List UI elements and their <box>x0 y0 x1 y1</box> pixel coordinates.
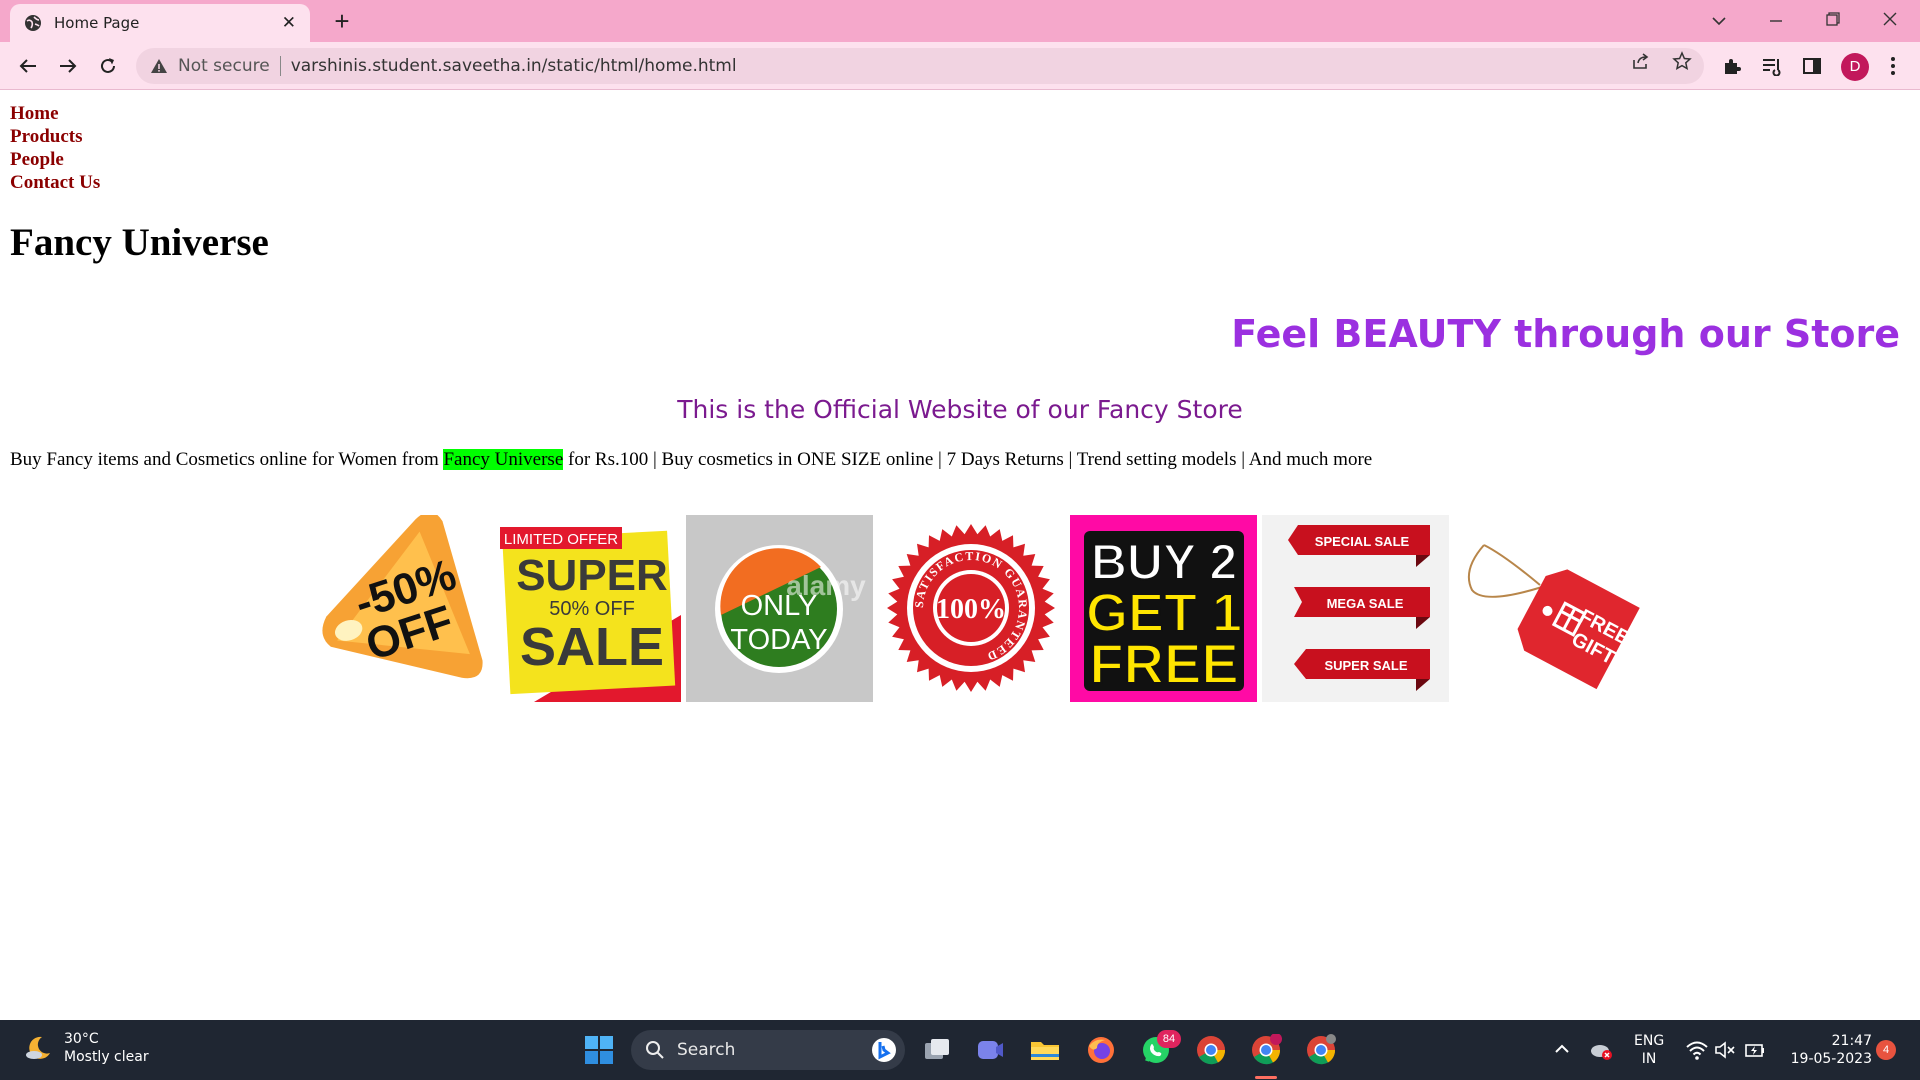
file-explorer-icon[interactable] <box>1029 1034 1061 1066</box>
chrome-profile-2-icon[interactable] <box>1305 1034 1337 1066</box>
close-tab-icon[interactable]: ✕ <box>282 13 296 33</box>
nav-link-people[interactable]: People <box>10 148 100 171</box>
nav-link-contact-us[interactable]: Contact Us <box>10 171 100 194</box>
limited-offer-text: LIMITED OFFER <box>504 531 618 548</box>
restore-icon[interactable] <box>1811 4 1855 36</box>
web-page: Home Products People Contact Us Fancy Un… <box>0 90 1920 1020</box>
wifi-icon[interactable] <box>1686 1040 1708 1060</box>
show-hidden-icons-chevron-icon[interactable] <box>1553 1040 1571 1058</box>
share-icon[interactable] <box>1631 51 1651 71</box>
reload-icon <box>101 58 115 73</box>
promo-image-only-today: ONLY TODAY alamy <box>686 515 873 702</box>
browser-tab-strip: Home Page ✕ + <box>0 0 1920 42</box>
store-tagline: Feel BEAUTY through our Store <box>1231 312 1900 356</box>
forward-arrow-icon <box>60 59 77 73</box>
highlighted-store-name: Fancy Universe <box>443 449 564 470</box>
search-label: Search <box>677 1040 736 1060</box>
promo-image-sale-ribbons: SPECIAL SALE MEGA SALE SUPER SALE <box>1262 515 1449 702</box>
extensions-puzzle-icon[interactable] <box>1720 54 1744 78</box>
globe-icon <box>25 15 41 31</box>
promo-image-gallery: -50% OFF LIMITED OFFER SUPER 50% OFF SAL… <box>302 515 1641 702</box>
tab-title: Home Page <box>54 14 140 32</box>
special-sale-text: SPECIAL SALE <box>1315 534 1410 549</box>
firefox-icon[interactable] <box>1085 1034 1117 1066</box>
promo-image-50-off: -50% OFF <box>302 515 489 702</box>
new-tab-button[interactable]: + <box>326 6 358 38</box>
active-app-indicator <box>1255 1076 1277 1079</box>
volume-muted-icon[interactable] <box>1714 1040 1736 1060</box>
nav-link-home[interactable]: Home <box>10 102 100 125</box>
time: 21:47 <box>1831 1033 1872 1049</box>
temperature: 30°C <box>64 1031 99 1047</box>
clock[interactable]: 21:47 19-05-2023 <box>1782 1032 1872 1068</box>
date: 19-05-2023 <box>1790 1051 1872 1067</box>
task-view-icon[interactable] <box>921 1034 953 1066</box>
reading-list-icon[interactable] <box>1760 54 1784 78</box>
free-text: FREE <box>1089 632 1238 695</box>
promo-image-satisfaction-guaranteed: 100% SATISFACTION GUARANTEED <box>878 515 1065 702</box>
intro-text-end: for Rs.100 | Buy cosmetics in ONE SIZE o… <box>563 449 1373 470</box>
reload-button[interactable] <box>92 50 124 82</box>
kebab-menu-icon[interactable] <box>1881 54 1905 78</box>
super-sale-text: SUPER SALE <box>1324 658 1407 673</box>
weather-condition: Mostly clear <box>64 1049 149 1065</box>
promo-image-free-gift-tag: FREE GIFT <box>1454 515 1641 702</box>
region-code: IN <box>1641 1051 1657 1067</box>
forward-button[interactable] <box>52 50 84 82</box>
chrome-icon[interactable] <box>1195 1034 1227 1066</box>
moon-weather-icon <box>26 1036 50 1059</box>
weather-widget[interactable]: 30°C Mostly clear <box>24 1030 149 1066</box>
language-code: ENG <box>1634 1033 1665 1049</box>
sale-text: SALE <box>520 617 664 677</box>
today-text: TODAY <box>730 624 827 656</box>
intro-paragraph: Buy Fancy items and Cosmetics online for… <box>10 449 1372 471</box>
super-text: SUPER <box>516 551 668 600</box>
buy-2-text: BUY 2 <box>1091 534 1237 590</box>
mega-sale-text: MEGA SALE <box>1327 596 1404 611</box>
notification-count-badge[interactable]: 4 <box>1876 1040 1896 1060</box>
close-window-icon[interactable] <box>1868 4 1912 36</box>
page-title: Fancy Universe <box>10 221 269 264</box>
not-secure-label[interactable]: Not secure <box>178 56 270 76</box>
onedrive-error-icon[interactable] <box>1589 1038 1613 1062</box>
search-icon <box>646 1041 664 1059</box>
promo-image-buy2-get1: BUY 2 GET 1 FREE <box>1070 515 1257 702</box>
battery-charging-icon[interactable] <box>1744 1040 1766 1060</box>
back-button[interactable] <box>12 50 44 82</box>
hundred-percent-text: 100% <box>936 594 1006 625</box>
browser-toolbar: Not secure varshinis.student.saveetha.in… <box>0 42 1920 90</box>
language-indicator[interactable]: ENG IN <box>1634 1032 1664 1068</box>
profile-avatar[interactable]: D <box>1841 53 1869 81</box>
bookmark-star-icon[interactable] <box>1672 51 1692 71</box>
windows-taskbar: 30°C Mostly clear Search 84 ENG IN 21:47… <box>0 1020 1920 1080</box>
address-bar[interactable]: Not secure varshinis.student.saveetha.in… <box>136 48 1704 84</box>
chrome-profile-d-icon[interactable] <box>1250 1033 1282 1066</box>
minimize-icon[interactable] <box>1754 4 1798 36</box>
back-arrow-icon <box>19 59 36 73</box>
bing-icon <box>872 1038 896 1062</box>
url-text[interactable]: varshinis.student.saveetha.in/static/htm… <box>291 56 737 76</box>
site-nav: Home Products People Contact Us <box>10 102 100 194</box>
side-panel-icon[interactable] <box>1800 54 1824 78</box>
teams-chat-icon[interactable] <box>974 1034 1006 1066</box>
omnibox-divider <box>279 56 281 76</box>
warning-icon <box>151 59 167 73</box>
tab-home-page[interactable]: Home Page ✕ <box>10 4 310 42</box>
tab-search-chevron-icon[interactable] <box>1697 4 1741 36</box>
nav-link-products[interactable]: Products <box>10 125 100 148</box>
promo-image-super-sale: LIMITED OFFER SUPER 50% OFF SALE <box>494 515 681 702</box>
taskbar-search[interactable]: Search <box>631 1030 905 1070</box>
alamy-watermark: alamy <box>786 570 866 601</box>
windows-start-icon[interactable] <box>583 1034 615 1066</box>
official-website-subtitle: This is the Official Website of our Fanc… <box>677 395 1243 424</box>
whatsapp-unread-badge: 84 <box>1157 1030 1181 1048</box>
intro-text-start: Buy Fancy items and Cosmetics online for… <box>10 449 444 470</box>
